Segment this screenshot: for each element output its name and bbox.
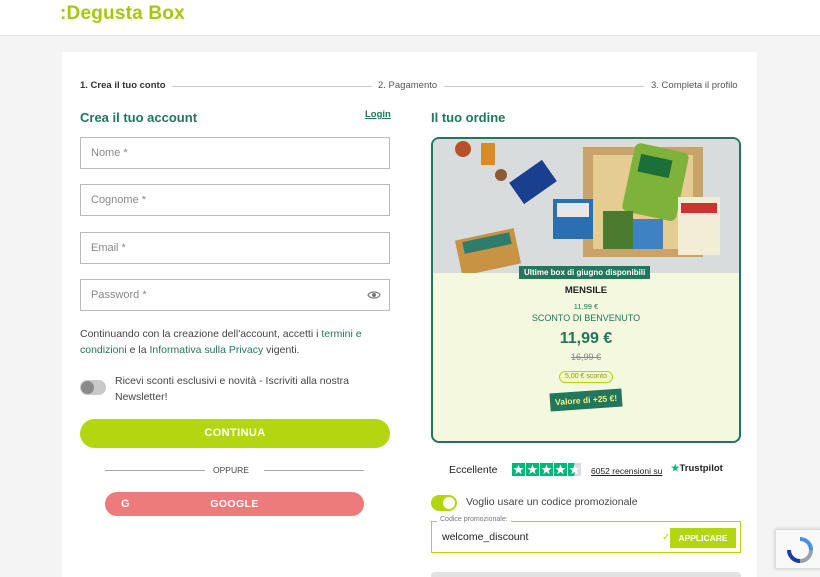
- order-title: Il tuo ordine: [431, 110, 506, 125]
- first-name-input[interactable]: [81, 138, 389, 168]
- star-icon: [540, 463, 553, 476]
- email-input[interactable]: [81, 233, 389, 263]
- last-name-field[interactable]: [80, 184, 390, 216]
- step-payment: 2. Pagamento: [378, 80, 438, 91]
- promo-code-input[interactable]: [432, 522, 662, 552]
- step-divider: [444, 86, 644, 87]
- create-account-title: Crea il tuo account: [80, 110, 198, 125]
- continue-button[interactable]: CONTINUA: [80, 419, 390, 448]
- or-label: OPPURE: [213, 465, 249, 475]
- privacy-link[interactable]: Informativa sulla Privacy: [149, 344, 263, 356]
- login-link[interactable]: Login: [365, 109, 391, 120]
- trustpilot-brand-label: Trustpilot: [679, 463, 723, 474]
- saving-pill: 5,00 € sconto: [558, 371, 614, 383]
- trustpilot-brand: ★Trustpilot: [671, 463, 723, 474]
- plan-name: MENSILE: [564, 285, 608, 296]
- or-divider-left: [105, 470, 205, 471]
- box-products-image: [433, 139, 739, 273]
- step-complete-profile: 3. Completa il profilo: [651, 80, 738, 91]
- first-name-field[interactable]: [80, 137, 390, 169]
- trustpilot-widget[interactable]: Eccellente 6052 recensioni su ★Trustpilo…: [449, 461, 739, 481]
- apply-promo-button[interactable]: APPLICARE: [670, 528, 736, 548]
- or-divider-right: [264, 470, 364, 471]
- password-field[interactable]: [80, 279, 390, 311]
- step-create-account: 1. Crea il tuo conto: [80, 80, 166, 91]
- eye-icon[interactable]: [367, 289, 381, 301]
- order-summary-card: Ultime box di giugno disponibili MENSILE…: [431, 137, 741, 443]
- recaptcha-icon: [787, 537, 813, 563]
- trustpilot-star-icon: ★: [671, 463, 680, 474]
- original-price: 16,99 €: [570, 352, 602, 362]
- google-login-button[interactable]: G GOOGLE: [105, 492, 364, 516]
- password-input[interactable]: [81, 280, 389, 310]
- promo-toggle-label: Voglio usare un codice promozionale: [466, 496, 638, 508]
- terms-mid: e la: [126, 344, 150, 356]
- email-field[interactable]: [80, 232, 390, 264]
- last-name-input[interactable]: [81, 185, 389, 215]
- promo-code-field[interactable]: ✓ APPLICARE: [431, 521, 741, 553]
- recaptcha-badge[interactable]: [775, 529, 820, 569]
- newsletter-toggle[interactable]: [80, 380, 106, 395]
- newsletter-label: Ricevi sconti esclusivi e novità - Iscri…: [115, 375, 349, 403]
- plan-price: 11,99 €: [559, 330, 613, 347]
- promo-code-caption: Codice promozionale:: [437, 516, 511, 523]
- half-star-icon: [568, 463, 581, 476]
- next-section-bar: [431, 572, 741, 577]
- toggle-knob: [81, 381, 94, 394]
- value-tag: Valore di +25 €!: [549, 388, 623, 412]
- plan-small-price: 11,99 €: [573, 302, 599, 311]
- checkout-stepper: 1. Crea il tuo conto 2. Pagamento 3. Com…: [80, 80, 742, 94]
- terms-text: Continuando con la creazione dell'accoun…: [80, 326, 390, 358]
- welcome-discount-label: SCONTO DI BENVENUTO: [531, 313, 641, 323]
- top-bar: :Degusta Box: [0, 0, 820, 36]
- google-icon: G: [121, 498, 130, 510]
- step-divider: [172, 86, 372, 87]
- trustpilot-reviews-link[interactable]: 6052 recensioni su: [591, 466, 662, 476]
- toggle-knob: [443, 497, 455, 509]
- star-icon: [526, 463, 539, 476]
- saving-pill-wrap: 5,00 € sconto: [433, 365, 739, 383]
- google-button-label: GOOGLE: [210, 498, 259, 510]
- terms-suffix: vigenti.: [263, 344, 300, 356]
- star-icon: [512, 463, 525, 476]
- terms-prefix: Continuando con la creazione dell'accoun…: [80, 328, 322, 340]
- availability-badge: Ultime box di giugno disponibili: [519, 266, 651, 279]
- trustpilot-rating-label: Eccellente: [449, 464, 498, 476]
- promo-toggle[interactable]: [431, 495, 457, 511]
- star-icon: [554, 463, 567, 476]
- degustabox-logo[interactable]: :Degusta Box: [60, 3, 185, 25]
